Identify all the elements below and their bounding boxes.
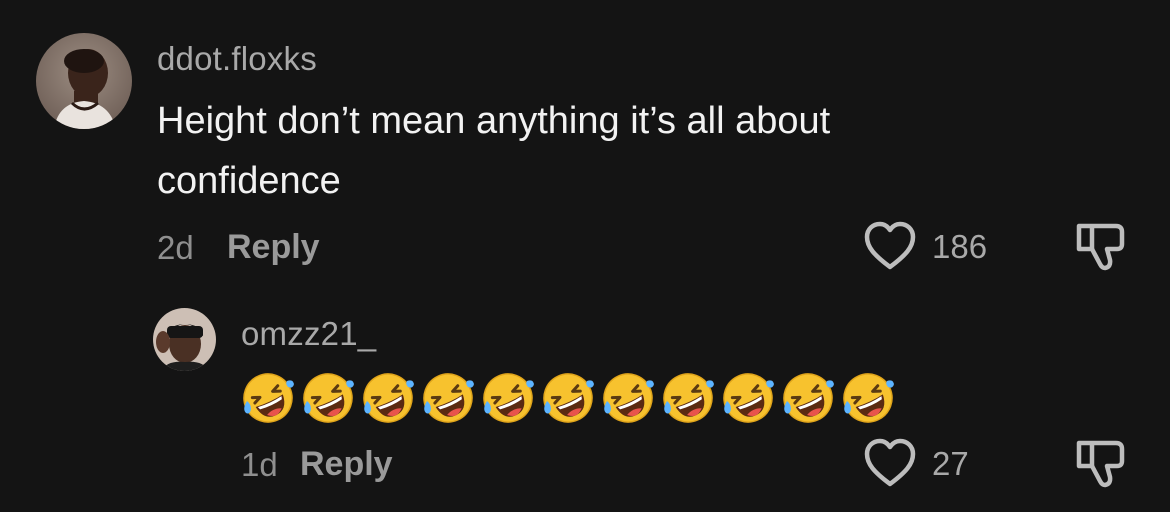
reply-text-emojis bbox=[241, 371, 895, 430]
thumbs-down-outline-icon bbox=[1076, 223, 1125, 271]
reply-username[interactable]: omzz21_ bbox=[241, 315, 376, 353]
laughing-emoji-icon bbox=[481, 371, 535, 430]
reply-button[interactable]: Reply bbox=[227, 228, 320, 267]
reply-timestamp: 1d bbox=[241, 446, 278, 483]
dislike-button-nested[interactable] bbox=[1072, 435, 1128, 491]
heart-outline-icon bbox=[864, 221, 916, 270]
heart-outline-icon bbox=[864, 438, 916, 487]
laughing-emoji-icon bbox=[601, 371, 655, 430]
commenter-username[interactable]: ddot.floxks bbox=[157, 40, 317, 78]
like-button-nested[interactable] bbox=[862, 437, 918, 489]
laughing-emoji-icon bbox=[781, 371, 835, 430]
comments-screen: ddot.floxks Height don’t mean anything i… bbox=[0, 0, 1170, 512]
dislike-button[interactable] bbox=[1072, 218, 1128, 274]
laughing-emoji-icon bbox=[661, 371, 715, 430]
reply-button-nested[interactable]: Reply bbox=[300, 445, 393, 484]
laughing-emoji-icon bbox=[421, 371, 475, 430]
reply-avatar[interactable] bbox=[153, 308, 216, 371]
laughing-emoji-icon bbox=[541, 371, 595, 430]
laughing-emoji-icon bbox=[721, 371, 775, 430]
like-count: 186 bbox=[932, 228, 988, 265]
laughing-emoji-icon bbox=[841, 371, 895, 430]
comment-text: Height don’t mean anything it’s all abou… bbox=[157, 100, 831, 202]
commenter-avatar[interactable] bbox=[36, 33, 132, 129]
laughing-emoji-icon bbox=[361, 371, 415, 430]
like-count-nested: 27 bbox=[932, 445, 969, 482]
thumbs-down-outline-icon bbox=[1076, 440, 1125, 488]
laughing-emoji-icon bbox=[301, 371, 355, 430]
laughing-emoji-icon bbox=[241, 371, 295, 430]
like-button[interactable] bbox=[862, 220, 918, 272]
comment-timestamp: 2d bbox=[157, 229, 194, 266]
